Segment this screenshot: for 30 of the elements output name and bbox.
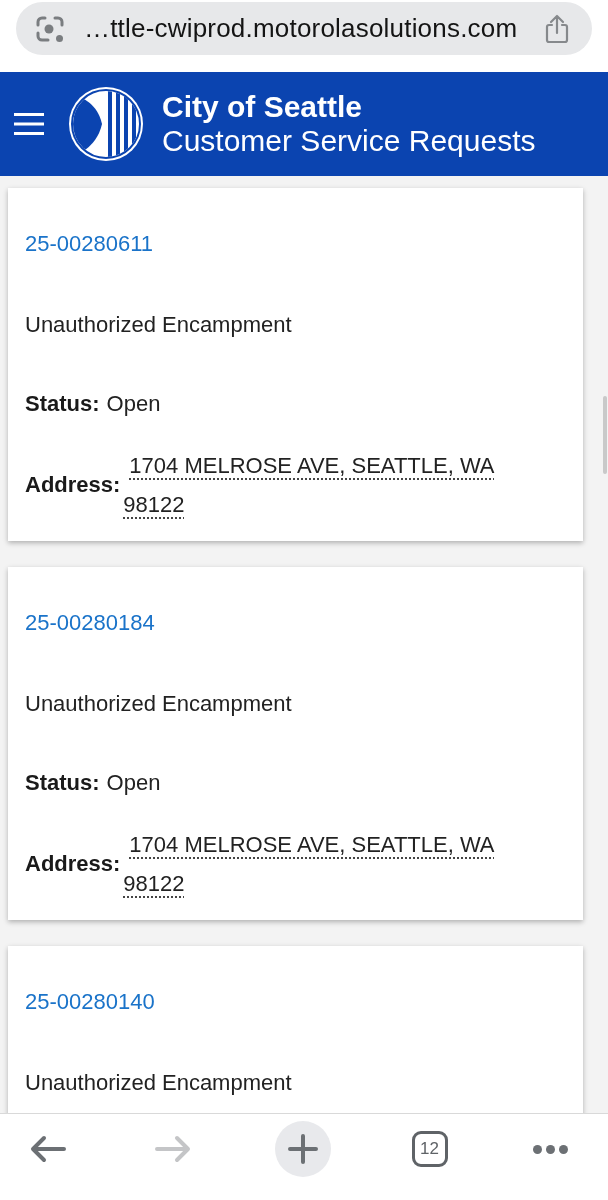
menu-button[interactable] — [14, 113, 44, 135]
share-icon[interactable] — [544, 13, 570, 44]
more-icon — [532, 1144, 568, 1154]
camera-icon[interactable] — [35, 14, 65, 43]
address-bar[interactable]: …ttle-cwiprod.motorolasolutions.com — [16, 2, 592, 55]
back-arrow-icon — [30, 1135, 66, 1163]
site-title: City of Seattle — [162, 90, 364, 124]
site-subtitle: Customer Service Requests — [162, 124, 536, 158]
address-label: Address: — [25, 472, 121, 498]
status-label: Status: — [25, 391, 100, 417]
address-text: 1704 MELROSE AVE, SEATTLE, WA 98122 — [123, 452, 496, 519]
status-label: Status: — [25, 770, 100, 796]
request-type-text: Unauthorized Encampment — [25, 312, 292, 338]
forward-arrow-icon — [154, 1135, 191, 1163]
tabs-button[interactable]: 12 — [411, 1131, 448, 1167]
status-value: Open — [106, 770, 161, 796]
request-id-link[interactable]: 25-00280140 — [25, 989, 155, 1015]
request-id-link[interactable]: 25-00280611 — [25, 231, 154, 257]
address-label: Address: — [25, 851, 121, 877]
request-id-link[interactable]: 25-00280184 — [25, 610, 155, 636]
request-type-text: Unauthorized Encampment — [25, 691, 292, 717]
new-tab-button[interactable] — [275, 1121, 331, 1177]
status-value: Open — [106, 391, 161, 417]
address-text: 1704 MELROSE AVE, SEATTLE, WA 98122 — [123, 831, 496, 898]
request-type-text: Unauthorized Encampment — [25, 1070, 292, 1096]
plus-icon — [288, 1134, 318, 1164]
menu-icon — [14, 113, 44, 135]
scrollbar-thumb[interactable] — [603, 396, 607, 474]
url-text: …ttle-cwiprod.motorolasolutions.com — [84, 13, 519, 44]
emblem-icon — [68, 86, 144, 162]
